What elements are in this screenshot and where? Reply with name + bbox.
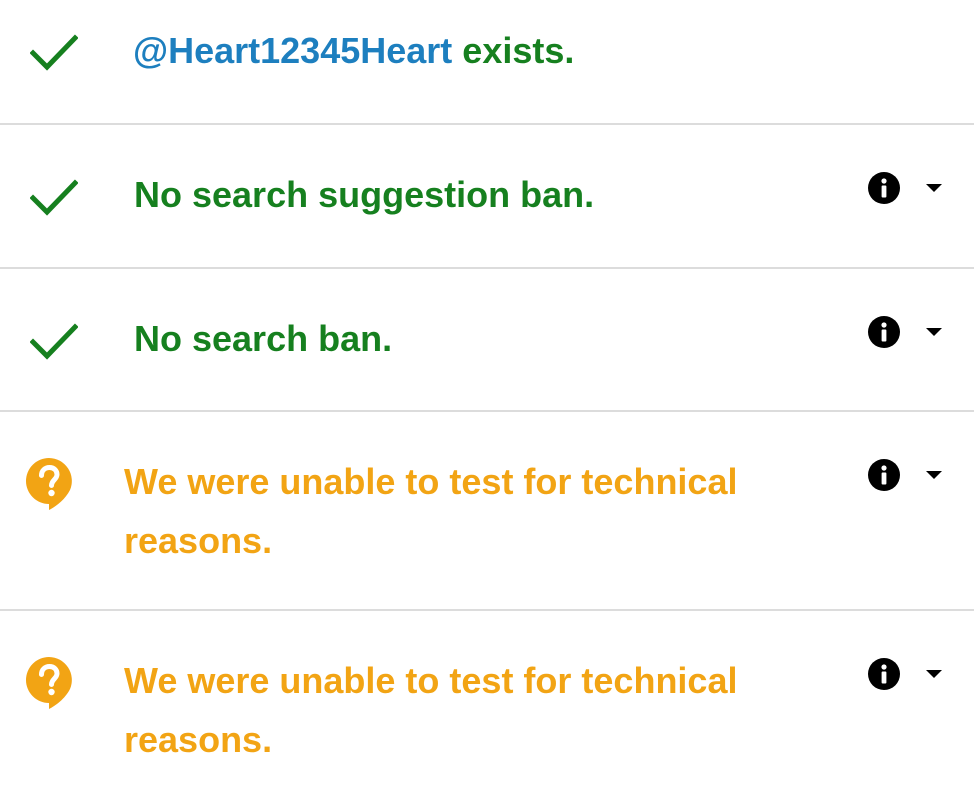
result-row-account-exists: @Heart12345Heart exists. bbox=[0, 0, 974, 125]
caret-down-icon[interactable] bbox=[926, 328, 942, 338]
info-icon[interactable] bbox=[868, 172, 900, 204]
caret-down-icon[interactable] bbox=[926, 471, 942, 481]
unable-to-test-text-line2: reasons. bbox=[124, 719, 273, 760]
check-icon bbox=[30, 34, 78, 71]
check-icon bbox=[30, 323, 78, 360]
question-bubble-icon bbox=[26, 657, 72, 709]
account-exists-suffix: exists. bbox=[452, 30, 575, 71]
result-row-unable-to-test-2[interactable]: We were unable to test for technical rea… bbox=[0, 611, 974, 786]
unable-to-test-text-line2: reasons. bbox=[124, 520, 273, 561]
account-exists-text: @Heart12345Heart exists. bbox=[133, 21, 574, 80]
result-row-unable-to-test[interactable]: We were unable to test for technical rea… bbox=[0, 412, 974, 611]
info-icon[interactable] bbox=[868, 658, 900, 690]
check-icon bbox=[30, 179, 78, 216]
question-bubble-icon bbox=[26, 458, 72, 510]
search-ban-text: No search ban. bbox=[134, 318, 393, 359]
account-handle-link[interactable]: @Heart12345Heart bbox=[133, 30, 452, 71]
result-row-search-ban[interactable]: No search ban. bbox=[0, 269, 974, 412]
info-icon[interactable] bbox=[868, 459, 900, 491]
search-suggestion-ban-text: No search suggestion ban. bbox=[134, 174, 595, 215]
info-icon[interactable] bbox=[868, 316, 900, 348]
caret-down-icon[interactable] bbox=[926, 670, 942, 680]
test-results-list: @Heart12345Heart exists. No search sugge… bbox=[0, 0, 974, 786]
result-row-search-suggestion-ban[interactable]: No search suggestion ban. bbox=[0, 125, 974, 269]
unable-to-test-text-line1: We were unable to test for technical bbox=[124, 461, 738, 502]
unable-to-test-text-line1: We were unable to test for technical bbox=[124, 660, 738, 701]
caret-down-icon[interactable] bbox=[926, 184, 942, 194]
